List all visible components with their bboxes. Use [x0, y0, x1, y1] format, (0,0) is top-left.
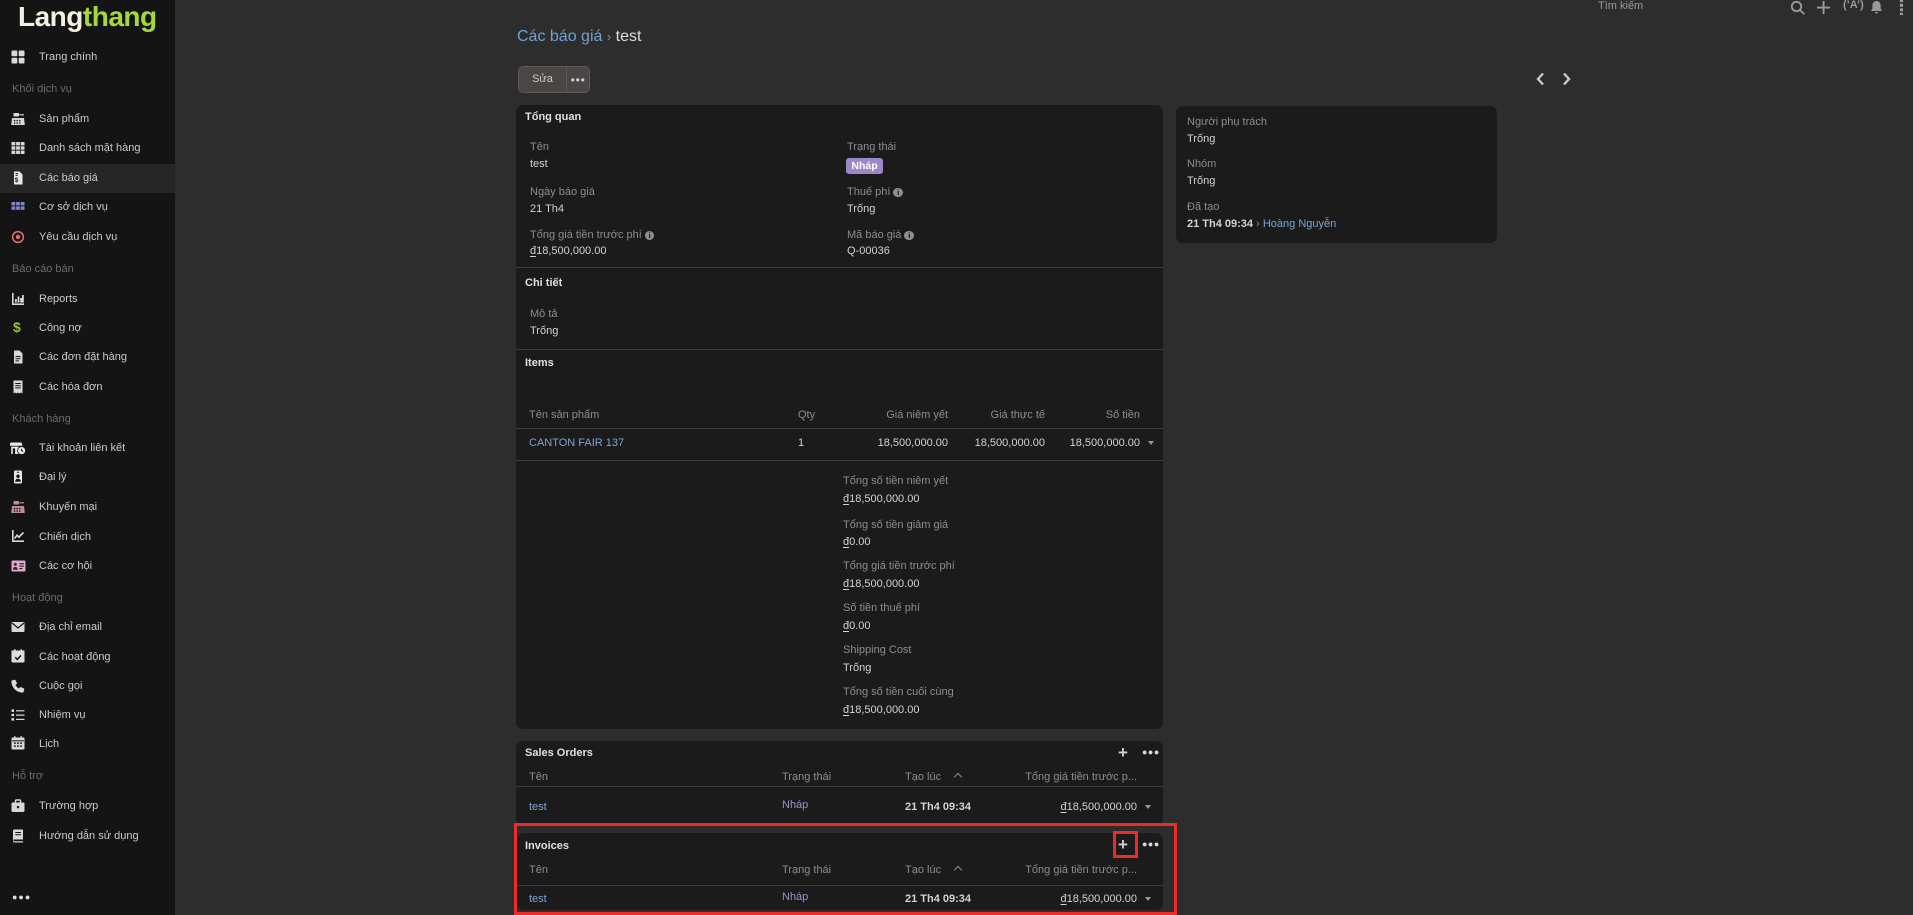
svg-text:$: $ — [15, 177, 19, 184]
